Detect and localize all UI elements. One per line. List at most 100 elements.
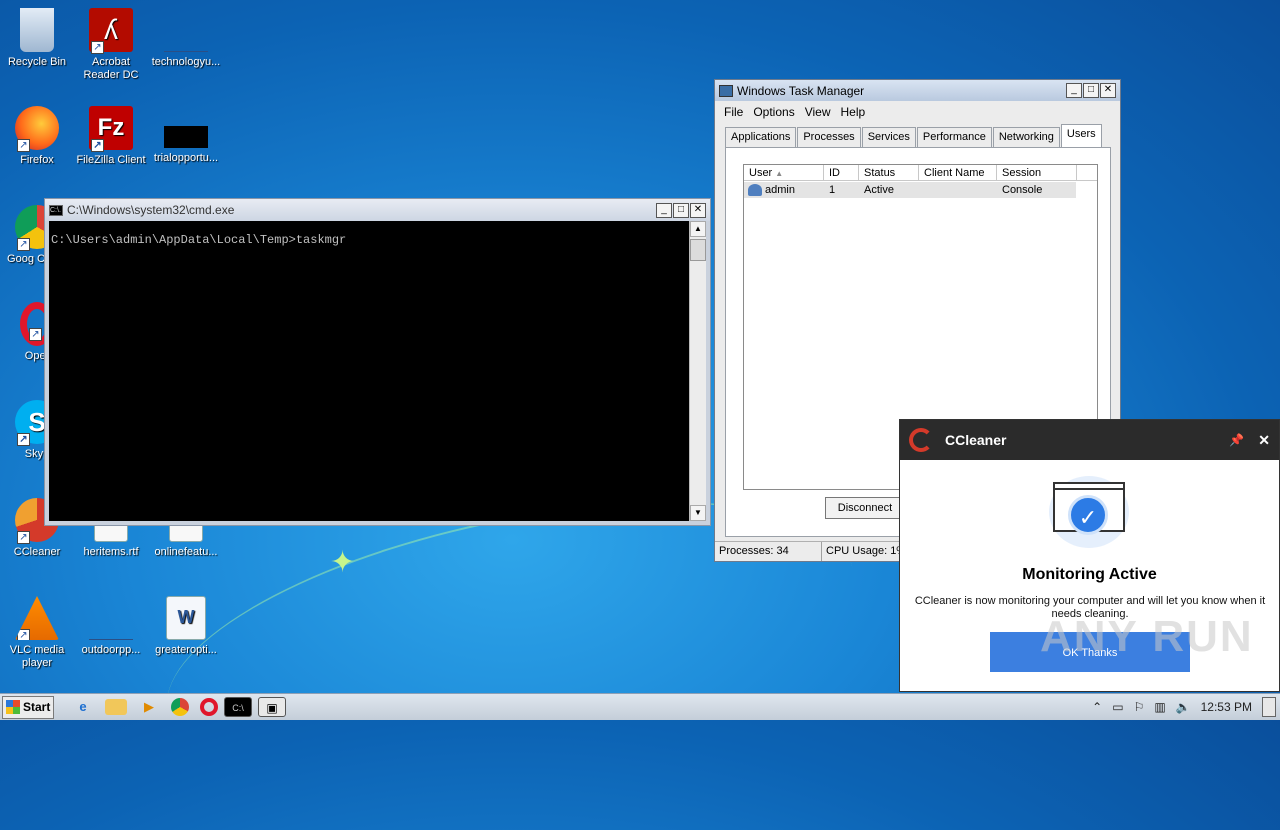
console-output[interactable]: C:\Users\admin\AppData\Local\Temp>taskmg… [49, 221, 690, 521]
ccleaner-logo-icon [909, 428, 933, 452]
desktop-icon-trialopportu[interactable]: trialopportu... [149, 106, 223, 165]
tab-performance[interactable]: Performance [916, 127, 992, 147]
vertical-scrollbar[interactable]: ▲ ▼ [689, 221, 706, 521]
action-center-flag-icon[interactable]: ⚐ [1134, 700, 1145, 714]
maximize-button[interactable]: □ [1083, 83, 1099, 98]
taskbar-cmd-button[interactable]: C:\ [224, 697, 252, 717]
column-header-status[interactable]: Status [859, 165, 919, 180]
task-manager-icon [719, 84, 733, 97]
desktop-icon-label: Firefox [20, 154, 54, 166]
file-icon [164, 126, 208, 148]
ie-icon[interactable]: e [72, 697, 94, 717]
desktop-icon-label: onlinefeatu... [154, 546, 218, 558]
windows-logo-icon [6, 700, 20, 714]
cmd-window[interactable]: C:\. C:\Windows\system32\cmd.exe _ □ ✕ C… [44, 198, 711, 526]
menu-options[interactable]: Options [748, 103, 799, 121]
column-header-user[interactable]: User ▲ [744, 165, 824, 180]
scroll-up-icon[interactable]: ▲ [690, 221, 706, 237]
pin-icon[interactable]: 📌 [1229, 433, 1244, 447]
user-icon [748, 184, 762, 196]
shortcut-arrow-icon: ↗ [17, 433, 30, 446]
window-controls: _ □ ✕ [656, 202, 706, 218]
desktop-icon-acrobat[interactable]: ʎ ↗ Acrobat Reader DC [74, 8, 148, 82]
cell-session: Console [1002, 184, 1043, 196]
clock[interactable]: 12:53 PM [1201, 700, 1252, 714]
notification-heading: Monitoring Active [1022, 566, 1157, 583]
desktop-icon-filezilla[interactable]: Fz ↗ FileZilla Client [74, 106, 148, 167]
firefox-icon: ↗ [15, 106, 59, 152]
watermark-logo: ANY RUN [1040, 612, 1254, 661]
close-button[interactable]: ✕ [690, 202, 706, 218]
desktop-icon-greateropti[interactable]: W greateropti... [149, 596, 223, 657]
column-header-client-name[interactable]: Client Name [919, 165, 997, 180]
menu-view[interactable]: View [800, 103, 836, 121]
show-desktop-button[interactable] [1262, 697, 1276, 717]
minimize-button[interactable]: _ [1066, 83, 1082, 98]
cell-user: admin [744, 182, 824, 198]
desktop-icon-firefox[interactable]: ↗ Firefox [0, 106, 74, 167]
column-header-id[interactable]: ID [824, 165, 859, 180]
desktop-icon-label: technologyu... [151, 56, 221, 68]
maximize-button[interactable]: □ [673, 202, 689, 218]
desktop-icon-vlc[interactable]: ↗ VLC media player [0, 596, 74, 670]
console-line: C:\Users\admin\AppData\Local\Temp>taskmg… [51, 233, 347, 247]
column-header-session[interactable]: Session [997, 165, 1077, 180]
network-icon[interactable]: ▥ [1154, 700, 1165, 714]
cell-id: 1 [829, 184, 836, 196]
desktop-icon-recycle-bin[interactable]: Recycle Bin [0, 8, 74, 69]
file-icon [164, 8, 208, 52]
shortcut-arrow-icon: ↗ [91, 41, 104, 54]
system-tray: ⌃ ▭ ⚐ ▥ 🔈 12:53 PM [1092, 694, 1280, 720]
menu-help[interactable]: Help [836, 103, 871, 121]
opera-icon[interactable] [200, 698, 218, 716]
tab-processes[interactable]: Processes [797, 127, 861, 147]
start-button[interactable]: Start [2, 695, 54, 719]
checkmark-icon: ✓ [1068, 495, 1108, 535]
desktop-icon-outdoorpp[interactable]: outdoorpp... [74, 596, 148, 657]
scroll-thumb[interactable] [690, 239, 706, 261]
explorer-folder-icon[interactable] [105, 699, 127, 715]
tab-services[interactable]: Services [861, 127, 916, 147]
taskbar-task-manager-button[interactable]: ▣ [258, 697, 286, 717]
desktop-icon-label: greateropti... [155, 644, 217, 656]
word-document-icon: W [166, 596, 206, 640]
cmd-titlebar[interactable]: C:\. C:\Windows\system32\cmd.exe _ □ ✕ [45, 199, 710, 221]
desktop-icon-label: FileZilla Client [76, 154, 146, 166]
shortcut-arrow-icon: ↗ [29, 328, 42, 341]
desktop-icon-label: Acrobat Reader DC [83, 56, 139, 81]
scroll-down-icon[interactable]: ▼ [690, 505, 706, 521]
wallpaper-logo: ✦ [330, 546, 356, 579]
desktop-icon-label: trialopportu... [153, 152, 219, 164]
cmd-icon: C:\. [49, 204, 63, 216]
table-row[interactable]: admin 1 Active Console [744, 182, 1076, 198]
close-icon[interactable]: ✕ [1258, 432, 1270, 449]
filezilla-icon: Fz ↗ [89, 106, 133, 152]
close-button[interactable]: ✕ [1100, 83, 1116, 98]
media-player-icon[interactable]: ▶ [138, 697, 160, 717]
tab-users[interactable]: Users [1060, 124, 1102, 147]
task-manager-titlebar[interactable]: Windows Task Manager _ □ ✕ [715, 80, 1120, 101]
tab-networking[interactable]: Networking [992, 127, 1060, 147]
desktop-icon-technologyu[interactable]: technologyu... [149, 8, 223, 69]
tab-applications[interactable]: Applications [725, 127, 797, 147]
desktop-icon-label: VLC media player [9, 644, 65, 669]
menu-bar: File Options View Help [715, 101, 1120, 123]
window-title: C:\Windows\system32\cmd.exe [67, 203, 235, 217]
desktop-icon-label: outdoorpp... [81, 644, 141, 656]
menu-file[interactable]: File [719, 103, 748, 121]
shortcut-arrow-icon: ↗ [17, 531, 30, 544]
sort-ascending-icon: ▲ [775, 169, 784, 178]
chrome-icon[interactable] [171, 698, 189, 716]
shortcut-arrow-icon: ↗ [17, 629, 30, 640]
keyboard-icon[interactable]: ▭ [1112, 700, 1123, 714]
file-icon [89, 596, 133, 640]
window-controls: _ □ ✕ [1066, 83, 1116, 98]
volume-icon[interactable]: 🔈 [1176, 700, 1191, 714]
disconnect-button[interactable]: Disconnect [825, 497, 905, 519]
shortcut-arrow-icon: ↗ [17, 139, 30, 152]
minimize-button[interactable]: _ [656, 202, 672, 218]
cell-client-name [919, 182, 997, 198]
ccleaner-titlebar: CCleaner 📌 ✕ [900, 420, 1279, 460]
tray-expand-icon[interactable]: ⌃ [1092, 700, 1102, 714]
ccleaner-app-name: CCleaner [945, 432, 1007, 448]
